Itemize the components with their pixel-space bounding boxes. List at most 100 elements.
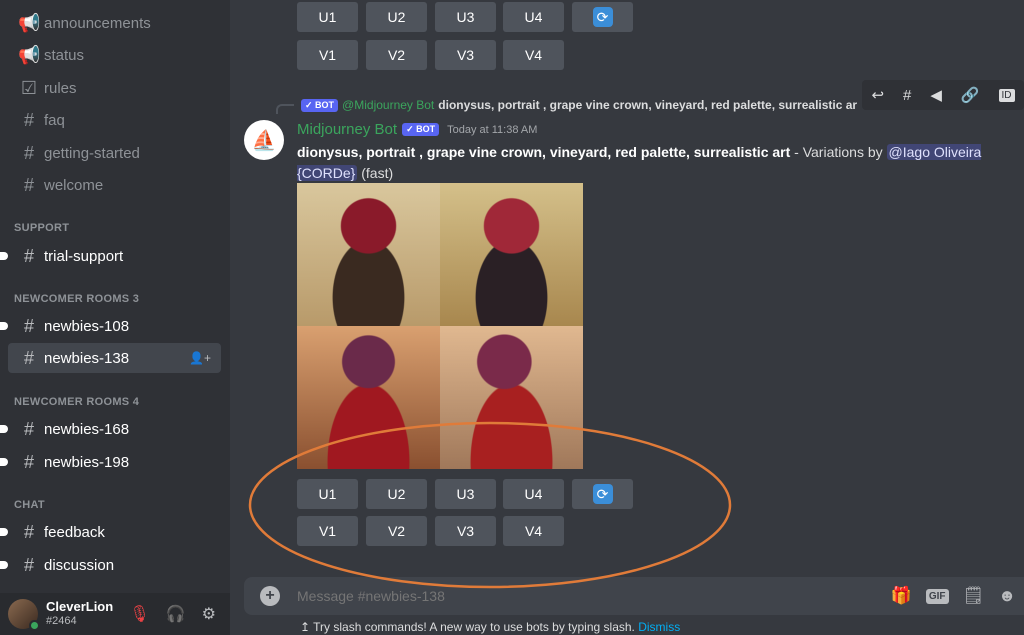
channel-label: welcome [44,176,104,194]
upscale-4-button[interactable]: U4 [503,2,564,32]
hash-icon: # [23,142,34,163]
reply-author: @Midjourney Bot [342,98,435,112]
username: CleverLion [46,599,114,614]
variation-1-button[interactable]: V1 [297,516,358,546]
message-input[interactable] [297,588,857,604]
channel-label: newbies-198 [44,453,130,471]
reply-icon[interactable]: ↩ [871,86,884,104]
variation-2-button[interactable]: V2 [366,40,427,70]
hash-icon: # [23,109,34,130]
mute-microphone-icon[interactable]: 🎙 [129,604,149,624]
category-chat[interactable]: CHAT [14,499,45,511]
channel-trial-support[interactable]: # trial-support [0,241,221,271]
unread-dot [0,322,8,330]
refresh-icon: ⟳ [592,484,613,504]
add-attachment-icon[interactable]: + [260,586,280,606]
headphones-icon[interactable]: 🎧 [166,604,186,624]
author-name[interactable]: Midjourney Bot [297,121,397,138]
online-status-icon [29,620,40,631]
avatar[interactable] [8,599,40,631]
bot-badge: ✓ BOT [301,98,339,112]
channel-newbies-138[interactable]: # newbies-138 👤+ [8,343,221,373]
channel-feedback[interactable]: # feedback [0,517,221,547]
channel-label: newbies-168 [44,420,130,438]
unread-dot [0,528,8,536]
message-toolbar: ↩ # ◀ 🔗 ID [862,80,1024,110]
sticker-icon[interactable]: 🗒 [963,586,985,606]
create-thread-icon[interactable]: # [903,87,911,104]
megaphone-icon[interactable]: ◀ [930,86,942,104]
prompt-text: dionysus, portrait , grape vine crown, v… [297,144,791,160]
link-icon[interactable]: 🔗 [961,86,980,104]
gift-icon[interactable]: 🎁 [891,586,912,606]
user-panel: CleverLion #2464 🎙 🎧 ⚙ [0,593,230,635]
reply-preview[interactable]: ✓ BOT @Midjourney Bot dionysus, portrait… [297,98,857,112]
dismiss-link[interactable]: Dismiss [638,620,680,634]
upscale-4-button[interactable]: U4 [503,479,564,509]
category-newcomer-rooms-4[interactable]: NEWCOMER ROOMS 4 [14,396,139,408]
variation-3-button[interactable]: V3 [435,40,496,70]
variation-3-button[interactable]: V3 [435,516,496,546]
category-newcomer-rooms-3[interactable]: NEWCOMER ROOMS 3 [14,293,139,305]
generated-image-grid[interactable] [297,183,583,469]
variation-4-button[interactable]: V4 [503,516,564,546]
invite-user-icon[interactable]: 👤+ [189,351,211,365]
generated-image-1[interactable] [297,183,440,326]
upscale-2-button[interactable]: U2 [366,2,427,32]
channel-label: announcements [44,14,151,32]
arrow-up-icon: ↥ [300,620,314,634]
channel-welcome[interactable]: # welcome [8,170,221,200]
reply-connector [276,104,294,114]
gif-icon[interactable]: GIF [925,588,949,604]
channel-label: feedback [44,523,105,541]
slash-hint: ↥ Try slash commands! A new way to use b… [300,620,680,634]
unread-dot [0,458,8,466]
hash-icon: # [23,174,34,195]
channel-label: rules [44,79,77,97]
channel-rules[interactable]: ☑ rules [8,73,221,103]
channel-label: trial-support [44,247,124,265]
thread-hash-icon: # [23,347,34,368]
upscale-3-button[interactable]: U3 [435,2,496,32]
unread-dot [0,425,8,433]
upscale-2-button[interactable]: U2 [366,479,427,509]
channel-announcements[interactable]: 📢 announcements [8,8,221,38]
megaphone-icon: 📢 [18,44,41,65]
channel-status[interactable]: 📢 status [8,40,221,70]
hint-text: Try slash commands! A new way to use bot… [313,620,635,634]
megaphone-icon: 📢 [18,12,41,33]
category-support[interactable]: SUPPORT [14,222,69,234]
refresh-icon: ⟳ [592,7,613,27]
channel-label: newbies-108 [44,317,130,335]
channel-label: newbies-138 [44,349,130,367]
checkbox-icon: ☑ [20,77,38,98]
thread-hash-icon: # [23,418,34,439]
unread-dot [0,561,8,569]
generated-image-4[interactable] [440,326,583,469]
reroll-button[interactable]: ⟳ [572,479,633,509]
channel-newbies-168[interactable]: # newbies-168 [0,414,221,444]
channel-label: faq [44,111,65,129]
variations-label: - Variations by [790,144,887,160]
channel-discussion[interactable]: # discussion [0,550,221,580]
reroll-button[interactable]: ⟳ [572,2,633,32]
upscale-1-button[interactable]: U1 [297,2,358,32]
upscale-1-button[interactable]: U1 [297,479,358,509]
channel-getting-started[interactable]: # getting-started [8,138,221,168]
message-header: Midjourney Bot ✓ BOT Today at 11:38 AM [297,121,537,138]
settings-gear-icon[interactable]: ⚙ [202,604,216,624]
reply-text: dionysus, portrait , grape vine crown, v… [438,98,857,112]
midjourney-avatar[interactable]: ⛵ [244,120,284,160]
channel-faq[interactable]: # faq [8,105,221,135]
upscale-3-button[interactable]: U3 [435,479,496,509]
generated-image-2[interactable] [440,183,583,326]
channel-newbies-108[interactable]: # newbies-108 [0,311,221,341]
channel-newbies-198[interactable]: # newbies-198 [0,447,221,477]
generated-image-3[interactable] [297,326,440,469]
variation-2-button[interactable]: V2 [366,516,427,546]
variation-1-button[interactable]: V1 [297,40,358,70]
emoji-icon[interactable]: ☻ [998,586,1016,606]
hash-icon: # [23,554,34,575]
copy-id-icon[interactable]: ID [998,88,1015,102]
variation-4-button[interactable]: V4 [503,40,564,70]
